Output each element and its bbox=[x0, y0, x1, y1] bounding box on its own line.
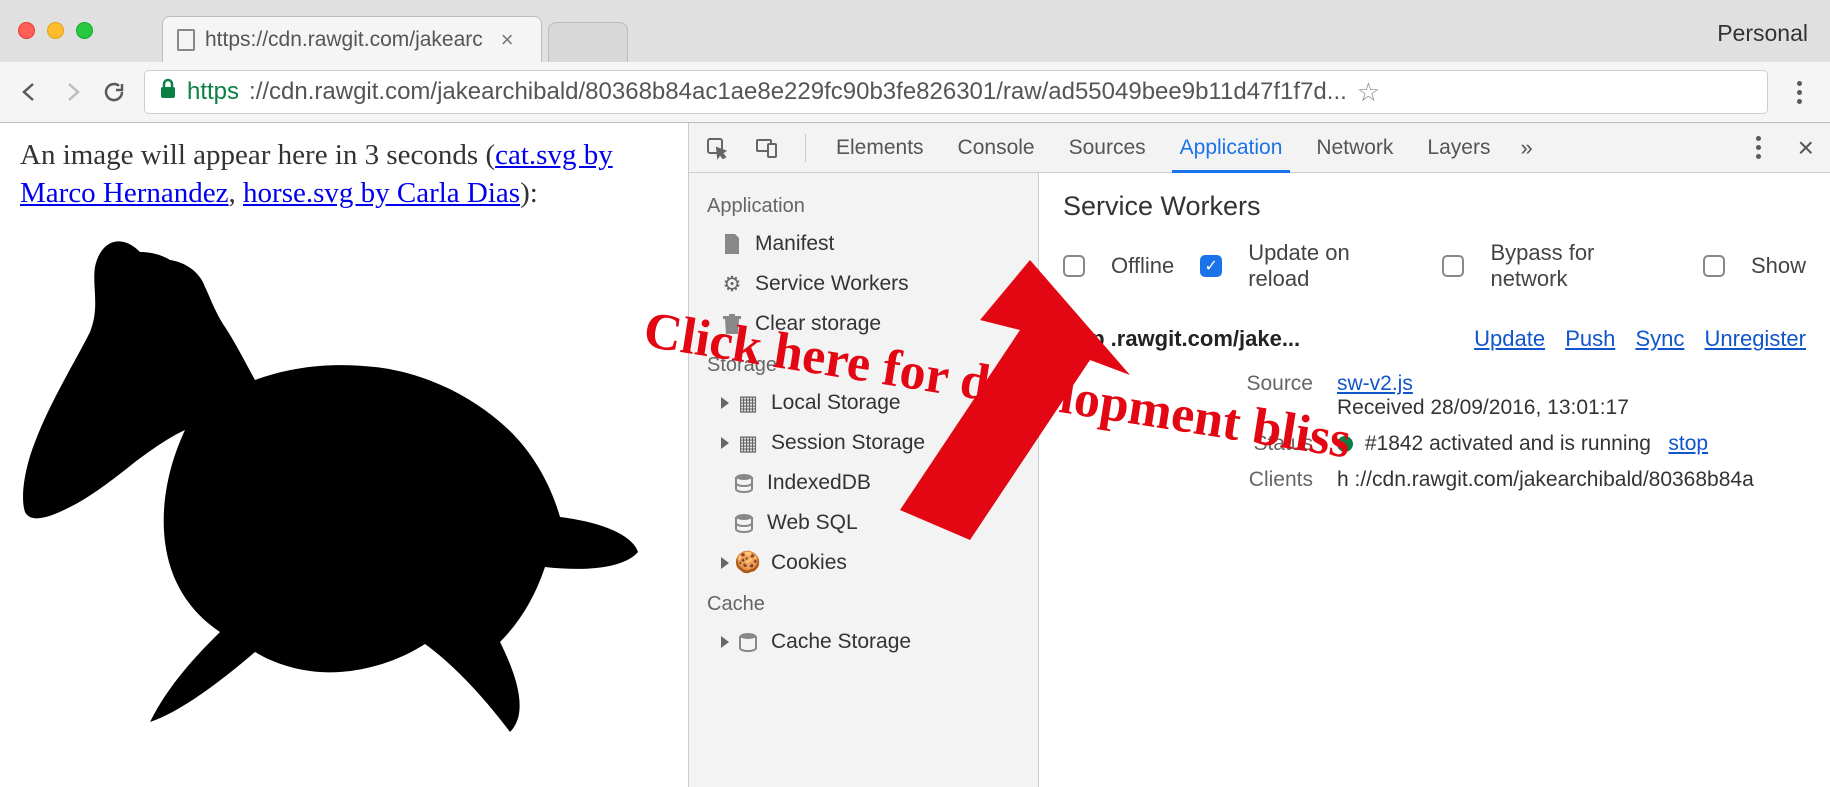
inspect-icon[interactable] bbox=[705, 136, 729, 160]
sidebar-item-local-storage[interactable]: ▦Local Storage bbox=[689, 383, 1038, 423]
offline-checkbox[interactable] bbox=[1063, 255, 1085, 277]
window-controls bbox=[18, 22, 93, 39]
update-on-reload-checkbox[interactable]: ✓ bbox=[1200, 255, 1222, 277]
chevron-right-icon bbox=[721, 636, 729, 648]
bookmark-star-icon[interactable]: ☆ bbox=[1357, 77, 1380, 108]
tab-title: https://cdn.rawgit.com/jakearc bbox=[205, 28, 483, 52]
status-dot-icon bbox=[1337, 436, 1353, 452]
address-bar[interactable]: https ://cdn.rawgit.com/jakearchibald/80… bbox=[144, 70, 1768, 114]
sidebar-item-indexeddb[interactable]: IndexedDB bbox=[689, 463, 1038, 503]
tab-network[interactable]: Network bbox=[1312, 123, 1397, 172]
devtools-panel: Elements Console Sources Application Net… bbox=[688, 123, 1830, 787]
sw-update-link[interactable]: Update bbox=[1474, 326, 1545, 351]
cookie-icon: 🍪 bbox=[737, 552, 759, 574]
tab-application[interactable]: Application bbox=[1176, 123, 1287, 172]
chevron-right-icon bbox=[721, 437, 729, 449]
chevron-right-icon bbox=[721, 397, 729, 409]
devtools-body: Application Manifest ⚙Service Workers Cl… bbox=[689, 173, 1830, 787]
panel-title: Service Workers bbox=[1063, 191, 1806, 222]
sidebar-group-cache: Cache bbox=[689, 583, 1038, 622]
update-on-reload-label: Update on reload bbox=[1248, 240, 1416, 292]
sw-origin: http .rawgit.com/jake... bbox=[1063, 326, 1300, 352]
trash-icon bbox=[721, 313, 743, 335]
sw-push-link[interactable]: Push bbox=[1565, 326, 1615, 351]
tab-layers[interactable]: Layers bbox=[1423, 123, 1494, 172]
sw-unregister-link[interactable]: Unregister bbox=[1705, 326, 1806, 351]
application-sidebar: Application Manifest ⚙Service Workers Cl… bbox=[689, 173, 1039, 787]
bypass-checkbox[interactable] bbox=[1442, 255, 1464, 277]
lock-icon bbox=[159, 78, 177, 107]
database-icon bbox=[733, 472, 755, 494]
offline-label: Offline bbox=[1111, 253, 1174, 279]
intro-text: An image will appear here in 3 seconds (… bbox=[20, 137, 668, 212]
file-icon bbox=[721, 233, 743, 255]
tab-sources[interactable]: Sources bbox=[1065, 123, 1150, 172]
sidebar-item-cache-storage[interactable]: Cache Storage bbox=[689, 622, 1038, 662]
sw-stop-link[interactable]: stop bbox=[1668, 432, 1708, 455]
sidebar-item-service-workers[interactable]: ⚙Service Workers bbox=[689, 264, 1038, 304]
tab-strip: https://cdn.rawgit.com/jakearc × Persona… bbox=[0, 0, 1830, 62]
toolbar: https ://cdn.rawgit.com/jakearchibald/80… bbox=[0, 62, 1830, 122]
sidebar-item-session-storage[interactable]: ▦Session Storage bbox=[689, 423, 1038, 463]
back-button[interactable] bbox=[18, 80, 42, 104]
close-tab-icon[interactable]: × bbox=[501, 27, 514, 53]
link-horse-svg[interactable]: horse.svg by Carla Dias bbox=[243, 177, 520, 209]
device-toggle-icon[interactable] bbox=[755, 136, 779, 160]
gear-icon: ⚙ bbox=[721, 273, 743, 295]
sidebar-item-websql[interactable]: Web SQL bbox=[689, 503, 1038, 543]
sw-options-row: Offline ✓ Update on reload Bypass for ne… bbox=[1063, 240, 1806, 292]
grid-icon: ▦ bbox=[737, 392, 759, 414]
close-window-button[interactable] bbox=[18, 22, 35, 39]
bypass-label: Bypass for network bbox=[1490, 240, 1677, 292]
sidebar-group-application: Application bbox=[689, 185, 1038, 224]
sw-sync-link[interactable]: Sync bbox=[1635, 326, 1684, 351]
chevron-right-icon bbox=[721, 557, 729, 569]
browser-chrome: https://cdn.rawgit.com/jakearc × Persona… bbox=[0, 0, 1830, 123]
sw-source-link[interactable]: sw-v2.js bbox=[1337, 372, 1413, 395]
page-viewport: An image will appear here in 3 seconds (… bbox=[0, 123, 688, 787]
devtools-menu-button[interactable] bbox=[1746, 136, 1772, 159]
clients-label: Clients bbox=[1203, 468, 1313, 492]
file-icon bbox=[177, 29, 195, 51]
show-label: Show bbox=[1751, 253, 1806, 279]
content-area: An image will appear here in 3 seconds (… bbox=[0, 123, 1830, 787]
sidebar-item-manifest[interactable]: Manifest bbox=[689, 224, 1038, 264]
sidebar-item-clear-storage[interactable]: Clear storage bbox=[689, 304, 1038, 344]
sidebar-item-cookies[interactable]: 🍪Cookies bbox=[689, 543, 1038, 583]
sw-origin-row: http .rawgit.com/jake... Update Push Syn… bbox=[1063, 326, 1806, 352]
tab-elements[interactable]: Elements bbox=[832, 123, 928, 172]
sidebar-group-storage: Storage bbox=[689, 344, 1038, 383]
minimize-window-button[interactable] bbox=[47, 22, 64, 39]
devtools-tabbar: Elements Console Sources Application Net… bbox=[689, 123, 1830, 173]
zoom-window-button[interactable] bbox=[76, 22, 93, 39]
url-path: ://cdn.rawgit.com/jakearchibald/80368b84… bbox=[249, 78, 1347, 106]
tabs-overflow-icon[interactable]: » bbox=[1520, 135, 1532, 161]
horse-image bbox=[20, 212, 640, 752]
tab-console[interactable]: Console bbox=[954, 123, 1039, 172]
database-icon bbox=[737, 631, 759, 653]
url-scheme: https bbox=[187, 78, 239, 106]
chrome-menu-button[interactable] bbox=[1786, 81, 1812, 104]
grid-icon: ▦ bbox=[737, 432, 759, 454]
new-tab-button[interactable] bbox=[548, 22, 628, 62]
forward-button[interactable] bbox=[60, 80, 84, 104]
browser-tab[interactable]: https://cdn.rawgit.com/jakearc × bbox=[162, 16, 542, 62]
sw-status-text: #1842 activated and is running bbox=[1365, 432, 1651, 455]
source-label: Source bbox=[1203, 372, 1313, 420]
status-label: Status bbox=[1203, 432, 1313, 456]
sw-received: Received 28/09/2016, 13:01:17 bbox=[1337, 396, 1629, 419]
profile-label[interactable]: Personal bbox=[1717, 20, 1808, 47]
reload-button[interactable] bbox=[102, 80, 126, 104]
devtools-close-icon[interactable]: × bbox=[1798, 132, 1814, 164]
sw-details-grid: Source sw-v2.js Received 28/09/2016, 13:… bbox=[1203, 372, 1806, 492]
database-icon bbox=[733, 512, 755, 534]
sw-actions: Update Push Sync Unregister bbox=[1460, 326, 1806, 352]
sw-clients-text: h ://cdn.rawgit.com/jakearchibald/80368b… bbox=[1337, 468, 1806, 492]
show-checkbox[interactable] bbox=[1703, 255, 1725, 277]
service-workers-panel: Service Workers Offline ✓ Update on relo… bbox=[1039, 173, 1830, 787]
